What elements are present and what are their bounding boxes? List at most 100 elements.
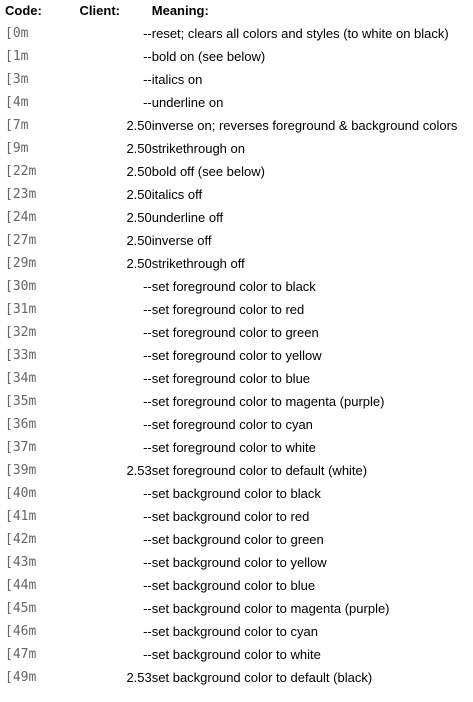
client-version-cell: --: [143, 49, 152, 64]
client-version-cell: --: [143, 371, 152, 386]
client-version-cell: --: [143, 578, 152, 593]
code-cell: [39m: [5, 463, 37, 478]
table-header: Code: Client: Meaning:: [5, 3, 473, 22]
meaning-cell: italics off: [151, 187, 203, 202]
meaning-cell: set background color to red: [151, 509, 310, 524]
table-row: [40m -- set background color to black: [5, 482, 473, 505]
code-cell: [46m: [5, 624, 37, 639]
code-cell: [47m: [5, 647, 37, 662]
client-version-cell: 2.50: [126, 233, 152, 248]
table-row: [31m -- set foreground color to red: [5, 298, 473, 321]
table-row: [37m -- set foreground color to white: [5, 436, 473, 459]
table-row: [9m 2.50 strikethrough on: [5, 137, 473, 160]
client-version-cell: 2.50: [126, 210, 152, 225]
code-cell: [1m: [5, 49, 29, 64]
client-version-cell: 2.53: [126, 670, 152, 685]
meaning-cell: set background color to green: [151, 532, 324, 547]
table-row: [27m 2.50 inverse off: [5, 229, 473, 252]
client-version-cell: --: [143, 95, 152, 110]
meaning-cell: set background color to white: [151, 647, 321, 662]
client-version-cell: 2.53: [126, 463, 152, 478]
code-cell: [22m: [5, 164, 37, 179]
client-version-cell: --: [143, 532, 152, 547]
client-version-cell: --: [143, 440, 152, 455]
table-row: [1m -- bold on (see below): [5, 45, 473, 68]
client-version-cell: --: [143, 302, 152, 317]
meaning-cell: italics on: [151, 72, 203, 87]
code-cell: [33m: [5, 348, 37, 363]
table-row: [29m 2.50 strikethrough off: [5, 252, 473, 275]
client-version-cell: --: [143, 26, 152, 41]
table-row: [46m -- set background color to cyan: [5, 620, 473, 643]
client-version-cell: --: [143, 394, 152, 409]
code-cell: [4m: [5, 95, 29, 110]
meaning-cell: set background color to magenta (purple): [151, 601, 390, 616]
table-row: [22m 2.50 bold off (see below): [5, 160, 473, 183]
code-cell: [23m: [5, 187, 37, 202]
code-cell: [29m: [5, 256, 37, 271]
table-row: [23m 2.50 italics off: [5, 183, 473, 206]
code-cell: [30m: [5, 279, 37, 294]
code-cell: [3m: [5, 72, 29, 87]
code-cell: [44m: [5, 578, 37, 593]
meaning-cell: strikethrough on: [151, 141, 245, 156]
code-cell: [49m: [5, 670, 37, 685]
meaning-cell: strikethrough off: [151, 256, 245, 271]
table-row: [7m 2.50 inverse on; reverses foreground &…: [5, 114, 473, 137]
client-version-cell: --: [143, 348, 152, 363]
table-row: [49m 2.53 set background color to default …: [5, 666, 473, 689]
client-version-cell: --: [143, 555, 152, 570]
code-cell: [42m: [5, 532, 37, 547]
meaning-cell: underline off: [151, 210, 224, 225]
table-row: [47m -- set background color to white: [5, 643, 473, 666]
table-row: [39m 2.53 set foreground color to default …: [5, 459, 473, 482]
code-cell: [36m: [5, 417, 37, 432]
table-row: [24m 2.50 underline off: [5, 206, 473, 229]
client-version-cell: 2.50: [126, 164, 152, 179]
client-version-cell: --: [143, 417, 152, 432]
meaning-cell: reset; clears all colors and styles (to …: [151, 26, 449, 41]
table-body: [0m -- reset; clears all colors and styles…: [5, 22, 473, 689]
table-row: [4m -- underline on: [5, 91, 473, 114]
meaning-cell: set foreground color to black: [151, 279, 316, 294]
code-column-header: Code:: [5, 3, 42, 18]
table-row: [36m -- set foreground color to cyan: [5, 413, 473, 436]
client-version-cell: --: [143, 647, 152, 662]
client-version-cell: 2.50: [126, 256, 152, 271]
code-cell: [45m: [5, 601, 37, 616]
client-version-cell: 2.50: [126, 118, 152, 133]
code-cell: [34m: [5, 371, 37, 386]
client-version-cell: 2.50: [126, 141, 152, 156]
client-version-cell: --: [143, 509, 152, 524]
meaning-cell: set foreground color to red: [151, 302, 305, 317]
meaning-cell: set foreground color to yellow: [151, 348, 322, 363]
client-version-cell: 2.50: [126, 187, 152, 202]
table-row: [43m -- set background color to yellow: [5, 551, 473, 574]
table-row: [0m -- reset; clears all colors and styles…: [5, 22, 473, 45]
table-row: [35m -- set foreground color to magenta (p…: [5, 390, 473, 413]
meaning-cell: set background color to default (black): [151, 670, 373, 685]
table-row: [33m -- set foreground color to yellow: [5, 344, 473, 367]
table-row: [32m -- set foreground color to green: [5, 321, 473, 344]
table-row: [42m -- set background color to green: [5, 528, 473, 551]
code-cell: [7m: [5, 118, 29, 133]
code-cell: [24m: [5, 210, 37, 225]
client-version-cell: --: [143, 601, 152, 616]
meaning-cell: set foreground color to white: [151, 440, 316, 455]
meaning-cell: set foreground color to default (white): [151, 463, 368, 478]
code-cell: [37m: [5, 440, 37, 455]
client-column-header: Client:: [79, 3, 120, 18]
meaning-cell: bold off (see below): [151, 164, 265, 179]
escape-codes-table: Code: Client: Meaning: [0m -- reset; clear…: [5, 3, 473, 689]
code-cell: [9m: [5, 141, 29, 156]
header-row: Code: Client: Meaning:: [5, 3, 473, 22]
client-version-cell: --: [143, 279, 152, 294]
meaning-cell: inverse on; reverses foreground & backgr…: [151, 118, 458, 133]
meaning-cell: set foreground color to blue: [151, 371, 311, 386]
table-row: [41m -- set background color to red: [5, 505, 473, 528]
table-row: [34m -- set foreground color to blue: [5, 367, 473, 390]
meaning-cell: set foreground color to cyan: [151, 417, 313, 432]
meaning-cell: set background color to yellow: [151, 555, 327, 570]
client-version-cell: --: [143, 624, 152, 639]
meaning-cell: inverse off: [151, 233, 212, 248]
